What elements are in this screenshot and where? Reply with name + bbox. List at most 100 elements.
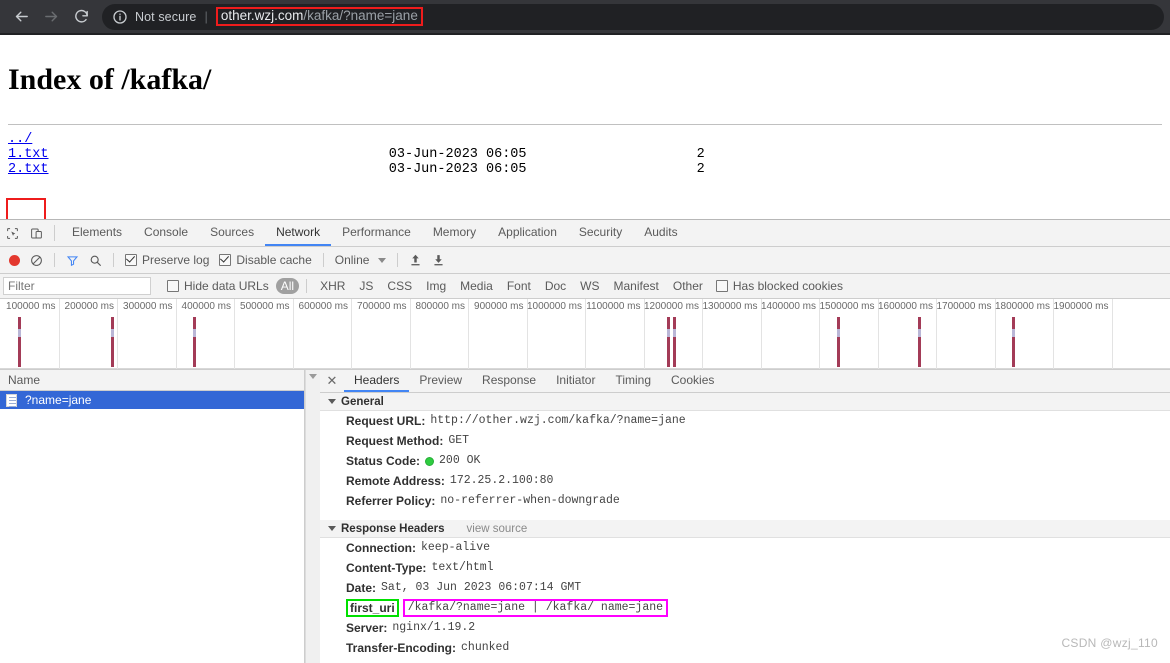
filter-funnel-icon[interactable] xyxy=(61,247,84,273)
filter-chip-ws[interactable]: WS xyxy=(574,278,605,294)
timeline-tick-label: 1100000 ms xyxy=(586,301,641,312)
header-name: Request Method: xyxy=(346,434,444,448)
checkbox-box xyxy=(125,254,137,266)
waterfall-bar-band xyxy=(17,329,21,337)
general-section-header[interactable]: General xyxy=(320,393,1170,411)
filter-chip-manifest[interactable]: Manifest xyxy=(608,278,665,294)
hide-data-urls-checkbox[interactable]: Hide data URLs xyxy=(161,273,275,299)
timeline-tick-label: 800000 ms xyxy=(415,301,465,312)
checkbox-box xyxy=(219,254,232,266)
file-date-2: 03-Jun-2023 06:05 xyxy=(388,162,527,177)
tab-cookies[interactable]: Cookies xyxy=(661,370,724,392)
info-circle-icon[interactable] xyxy=(112,9,128,25)
timeline-tick: 400000 ms xyxy=(182,299,235,369)
reload-icon[interactable] xyxy=(66,2,96,32)
request-list-panel: Name ?name=jane xyxy=(0,370,305,663)
devtools-tab-bar: Elements Console Sources Network Perform… xyxy=(0,220,1170,247)
header-value: Sat, 03 Jun 2023 06:07:14 GMT xyxy=(381,581,582,594)
waterfall-bar xyxy=(666,317,670,367)
list-item-file-2[interactable]: 2.txt xyxy=(8,162,49,177)
waterfall-bar-band xyxy=(193,329,197,337)
header-row-remote-address: Remote Address: 172.25.2.100:80 xyxy=(320,471,1170,491)
waterfall-bar-band xyxy=(666,329,670,337)
filter-chip-media[interactable]: Media xyxy=(454,278,499,294)
tab-application[interactable]: Application xyxy=(487,220,568,246)
disable-cache-checkbox[interactable]: Disable cache xyxy=(214,247,316,273)
header-row-server: Server: nginx/1.19.2 xyxy=(320,618,1170,638)
has-blocked-cookies-label: Has blocked cookies xyxy=(732,279,843,293)
request-list-header: Name xyxy=(0,370,304,391)
directory-listing: ../ 1.txt 03-Jun-2023 06:05 2 2.txt 03-J… xyxy=(8,132,1162,177)
has-blocked-cookies-checkbox[interactable]: Has blocked cookies xyxy=(710,273,849,299)
filter-chip-css[interactable]: CSS xyxy=(381,278,418,294)
file-size-2: 2 xyxy=(696,162,705,177)
filter-divider xyxy=(306,279,308,293)
close-icon[interactable]: ✕ xyxy=(320,370,344,392)
tab-headers[interactable]: Headers xyxy=(344,370,410,392)
file-size-1: 2 xyxy=(696,147,705,162)
preserve-log-checkbox[interactable]: Preserve log xyxy=(120,247,214,273)
table-row[interactable]: ?name=jane xyxy=(0,391,304,409)
tab-elements[interactable]: Elements xyxy=(61,220,133,246)
forward-arrow-icon[interactable] xyxy=(36,2,66,32)
filter-chip-all[interactable]: All xyxy=(275,278,300,294)
request-list-scrollbar[interactable] xyxy=(305,370,320,663)
tab-performance[interactable]: Performance xyxy=(331,220,422,246)
waterfall-bar xyxy=(17,317,21,367)
tab-initiator[interactable]: Initiator xyxy=(546,370,605,392)
throttling-dropdown[interactable]: Online xyxy=(330,247,392,273)
tab-sources[interactable]: Sources xyxy=(199,220,265,246)
tab-audits[interactable]: Audits xyxy=(633,220,688,246)
header-row-status-code: Status Code: 200 OK xyxy=(320,451,1170,471)
timeline-tick-label: 1600000 ms xyxy=(877,301,933,312)
tab-memory[interactable]: Memory xyxy=(422,220,487,246)
timeline-tick: 500000 ms xyxy=(240,299,294,369)
devtools-panel: Elements Console Sources Network Perform… xyxy=(0,219,1170,663)
record-button-icon[interactable] xyxy=(4,247,25,273)
clear-icon[interactable] xyxy=(25,247,48,273)
tab-network[interactable]: Network xyxy=(265,220,332,246)
export-har-icon[interactable] xyxy=(427,247,450,273)
tab-preview[interactable]: Preview xyxy=(409,370,472,392)
tab-timing[interactable]: Timing xyxy=(605,370,661,392)
list-item-parent[interactable]: ../ xyxy=(8,132,32,147)
filter-chip-img[interactable]: Img xyxy=(420,278,452,294)
filter-chip-js[interactable]: JS xyxy=(353,278,379,294)
toolbar-divider xyxy=(54,225,55,241)
filter-chip-font[interactable]: Font xyxy=(501,278,537,294)
filter-input[interactable] xyxy=(3,277,151,295)
detail-tab-bar: ✕ Headers Preview Response Initiator Tim… xyxy=(320,370,1170,393)
tab-security[interactable]: Security xyxy=(568,220,633,246)
header-name: Referrer Policy: xyxy=(346,494,436,508)
list-item-file-1[interactable]: 1.txt xyxy=(8,147,49,162)
url-highlight-box: other.wzj.com/kafka/?name=jane xyxy=(215,7,423,26)
back-arrow-icon[interactable] xyxy=(6,2,36,32)
network-overview-timeline[interactable]: 100000 ms 200000 ms 300000 ms 400000 ms 5000… xyxy=(0,299,1170,370)
filter-chip-xhr[interactable]: XHR xyxy=(314,278,351,294)
watermark: CSDN @wzj_110 xyxy=(1061,636,1158,650)
response-headers-section-header[interactable]: Response Headers view source xyxy=(320,520,1170,538)
filter-chip-doc[interactable]: Doc xyxy=(539,278,572,294)
waterfall-bar-band xyxy=(918,329,922,337)
header-row-date: Date: Sat, 03 Jun 2023 06:07:14 GMT xyxy=(320,578,1170,598)
import-har-icon[interactable] xyxy=(404,247,427,273)
general-section-title: General xyxy=(341,395,384,408)
inspect-element-icon[interactable] xyxy=(0,220,24,246)
waterfall-bar-band xyxy=(672,329,676,337)
timeline-tick-label: 900000 ms xyxy=(474,301,524,312)
device-toolbar-icon[interactable] xyxy=(24,220,48,246)
tab-response[interactable]: Response xyxy=(472,370,546,392)
filter-chip-other[interactable]: Other xyxy=(667,278,709,294)
search-icon[interactable] xyxy=(84,247,107,273)
header-value: chunked xyxy=(461,641,510,654)
timeline-tick-label: 1700000 ms xyxy=(936,301,992,312)
address-bar[interactable]: Not secure | other.wzj.com/kafka/?name=j… xyxy=(102,3,1164,30)
timeline-tick-label: 1300000 ms xyxy=(702,301,758,312)
view-source-link[interactable]: view source xyxy=(467,523,528,535)
checkbox-box xyxy=(715,280,728,292)
timeline-tick-label: 1900000 ms xyxy=(1053,301,1109,312)
header-name: Status Code: xyxy=(346,454,421,468)
response-headers-section-title: Response Headers xyxy=(341,522,445,535)
header-name: Content-Type: xyxy=(346,561,427,575)
tab-console[interactable]: Console xyxy=(133,220,199,246)
